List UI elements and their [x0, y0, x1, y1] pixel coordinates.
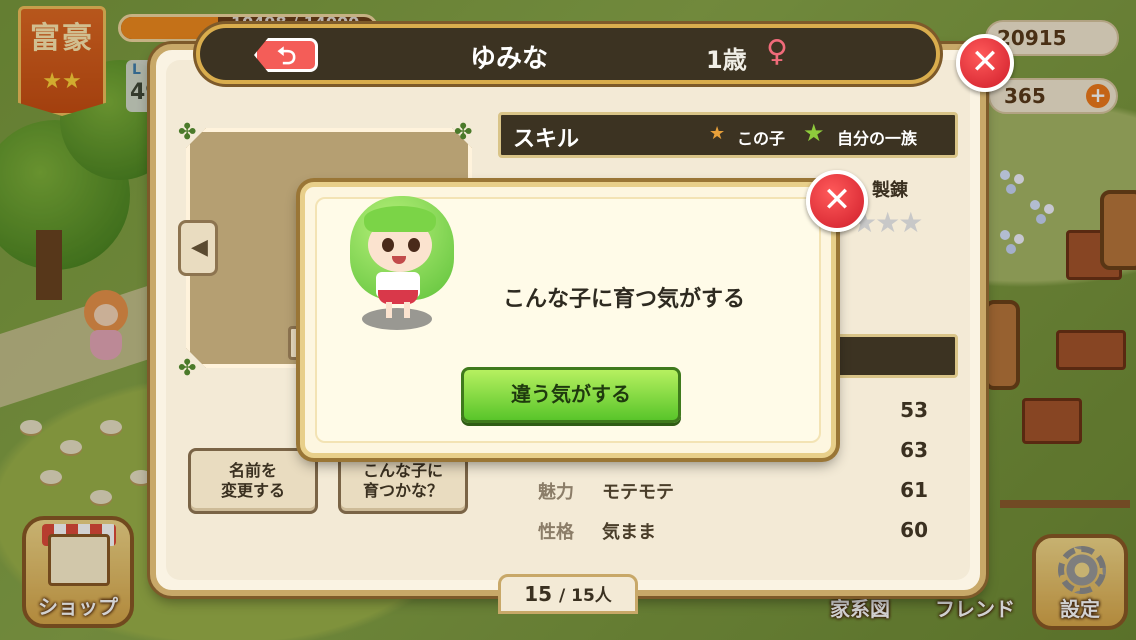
- stat-key: 性格: [538, 522, 574, 543]
- child-avatar: [350, 190, 460, 340]
- stat-key: 魅力: [538, 482, 574, 503]
- stat-value: 気まま: [602, 522, 656, 543]
- dialog-message: こんな子に育つ気がする: [503, 287, 746, 312]
- legend-this-child: この子: [737, 129, 786, 148]
- rename-button[interactable]: 名前を 変更する: [188, 448, 318, 514]
- previous-child-button[interactable]: ◀: [178, 220, 218, 276]
- skill-title: スキル: [513, 127, 580, 152]
- child-counter: 15 / 15人: [498, 574, 638, 614]
- stat-number: 61: [900, 478, 928, 502]
- stat-value: モテモテ: [602, 482, 674, 503]
- back-arrow-icon: ⮌: [277, 42, 297, 70]
- close-icon: ✕: [970, 42, 1000, 82]
- close-panel-button[interactable]: ✕: [956, 34, 1014, 92]
- leaf-icon: ✤: [178, 120, 197, 145]
- skill-column-smelting: 製錬: [872, 180, 908, 201]
- counter-current: 15: [524, 582, 553, 606]
- legend-own-family: 自分の一族: [837, 129, 918, 148]
- leaf-icon: ✤: [454, 120, 473, 145]
- retry-prediction-button[interactable]: 違う気がする: [461, 367, 681, 423]
- stat-number: 63: [900, 438, 928, 462]
- stat-number: 53: [900, 398, 928, 422]
- child-name: ゆみな: [470, 44, 549, 74]
- stat-number: 60: [900, 518, 928, 542]
- chevron-left-icon: ◀: [191, 235, 208, 260]
- stat-row: 性格 気まま 60: [530, 518, 940, 548]
- star-icon: ★: [709, 123, 726, 144]
- stat-row: 魅力 モテモテ 61: [530, 478, 940, 508]
- close-icon: ✕: [822, 180, 852, 220]
- counter-total: / 15人: [559, 586, 612, 606]
- child-age: 1歳: [706, 46, 747, 74]
- star-icon: ★: [803, 119, 825, 147]
- leaf-icon: ✤: [178, 356, 197, 381]
- back-button[interactable]: ⮌: [254, 38, 318, 72]
- close-dialog-button[interactable]: ✕: [806, 170, 868, 232]
- profile-title-bar: ⮌ ゆみな 1歳 ♀: [196, 24, 940, 84]
- status-header: [834, 334, 958, 378]
- skill-header: スキル ★ この子 ★ 自分の一族: [498, 112, 958, 158]
- female-icon: ♀: [766, 34, 788, 69]
